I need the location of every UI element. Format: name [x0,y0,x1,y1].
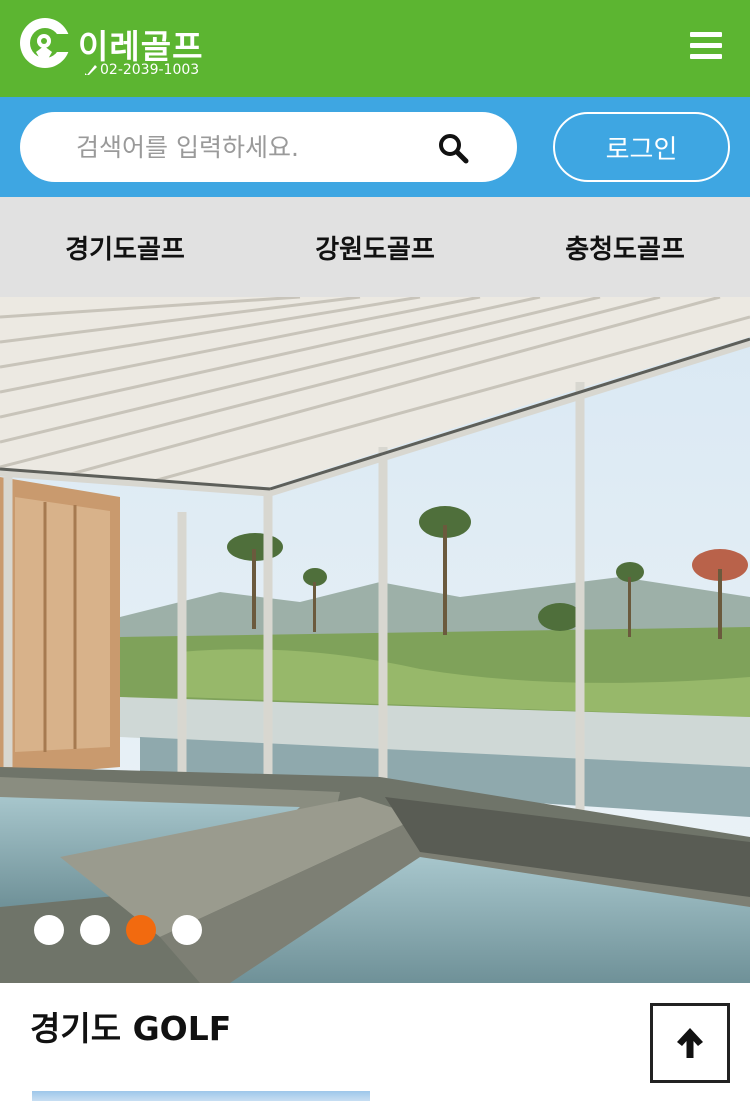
phone-icon [85,65,97,75]
scroll-to-top-button[interactable] [650,1003,730,1083]
hamburger-menu-icon[interactable] [690,32,722,60]
login-button[interactable]: 로그인 [553,112,730,182]
region-nav: 경기도골프 강원도골프 충청도골프 [0,197,750,297]
search-box [20,112,517,182]
search-icon[interactable] [437,132,469,164]
site-header: 이레골프 02-2039-1003 [0,0,750,97]
slider-dot-3-active[interactable] [126,915,156,945]
search-bar: 로그인 [0,97,750,197]
search-input[interactable] [76,126,436,168]
arrow-up-icon [677,1028,703,1058]
slider-dot-1[interactable] [34,915,64,945]
brand-name: 이레골프 [78,27,204,66]
section-title: 경기도 GOLF [30,1009,232,1048]
phone-number-line: 02-2039-1003 [84,62,199,78]
slider-dot-4[interactable] [172,915,202,945]
slider-dot-2[interactable] [80,915,110,945]
slide-image-spa-golf-view [0,297,750,983]
tab-gyeonggi-golf[interactable]: 경기도골프 [0,197,250,297]
phone-number: 02-2039-1003 [100,62,200,78]
tab-chungcheong-golf[interactable]: 충청도골프 [500,197,750,297]
tab-gangwon-golf[interactable]: 강원도골프 [250,197,500,297]
brand-logo[interactable]: 이레골프 02-2039-1003 [18,14,248,84]
golf-card-thumbnail[interactable] [32,1091,370,1101]
hero-slider[interactable] [0,297,750,983]
golf-c-logo-icon [20,18,72,68]
